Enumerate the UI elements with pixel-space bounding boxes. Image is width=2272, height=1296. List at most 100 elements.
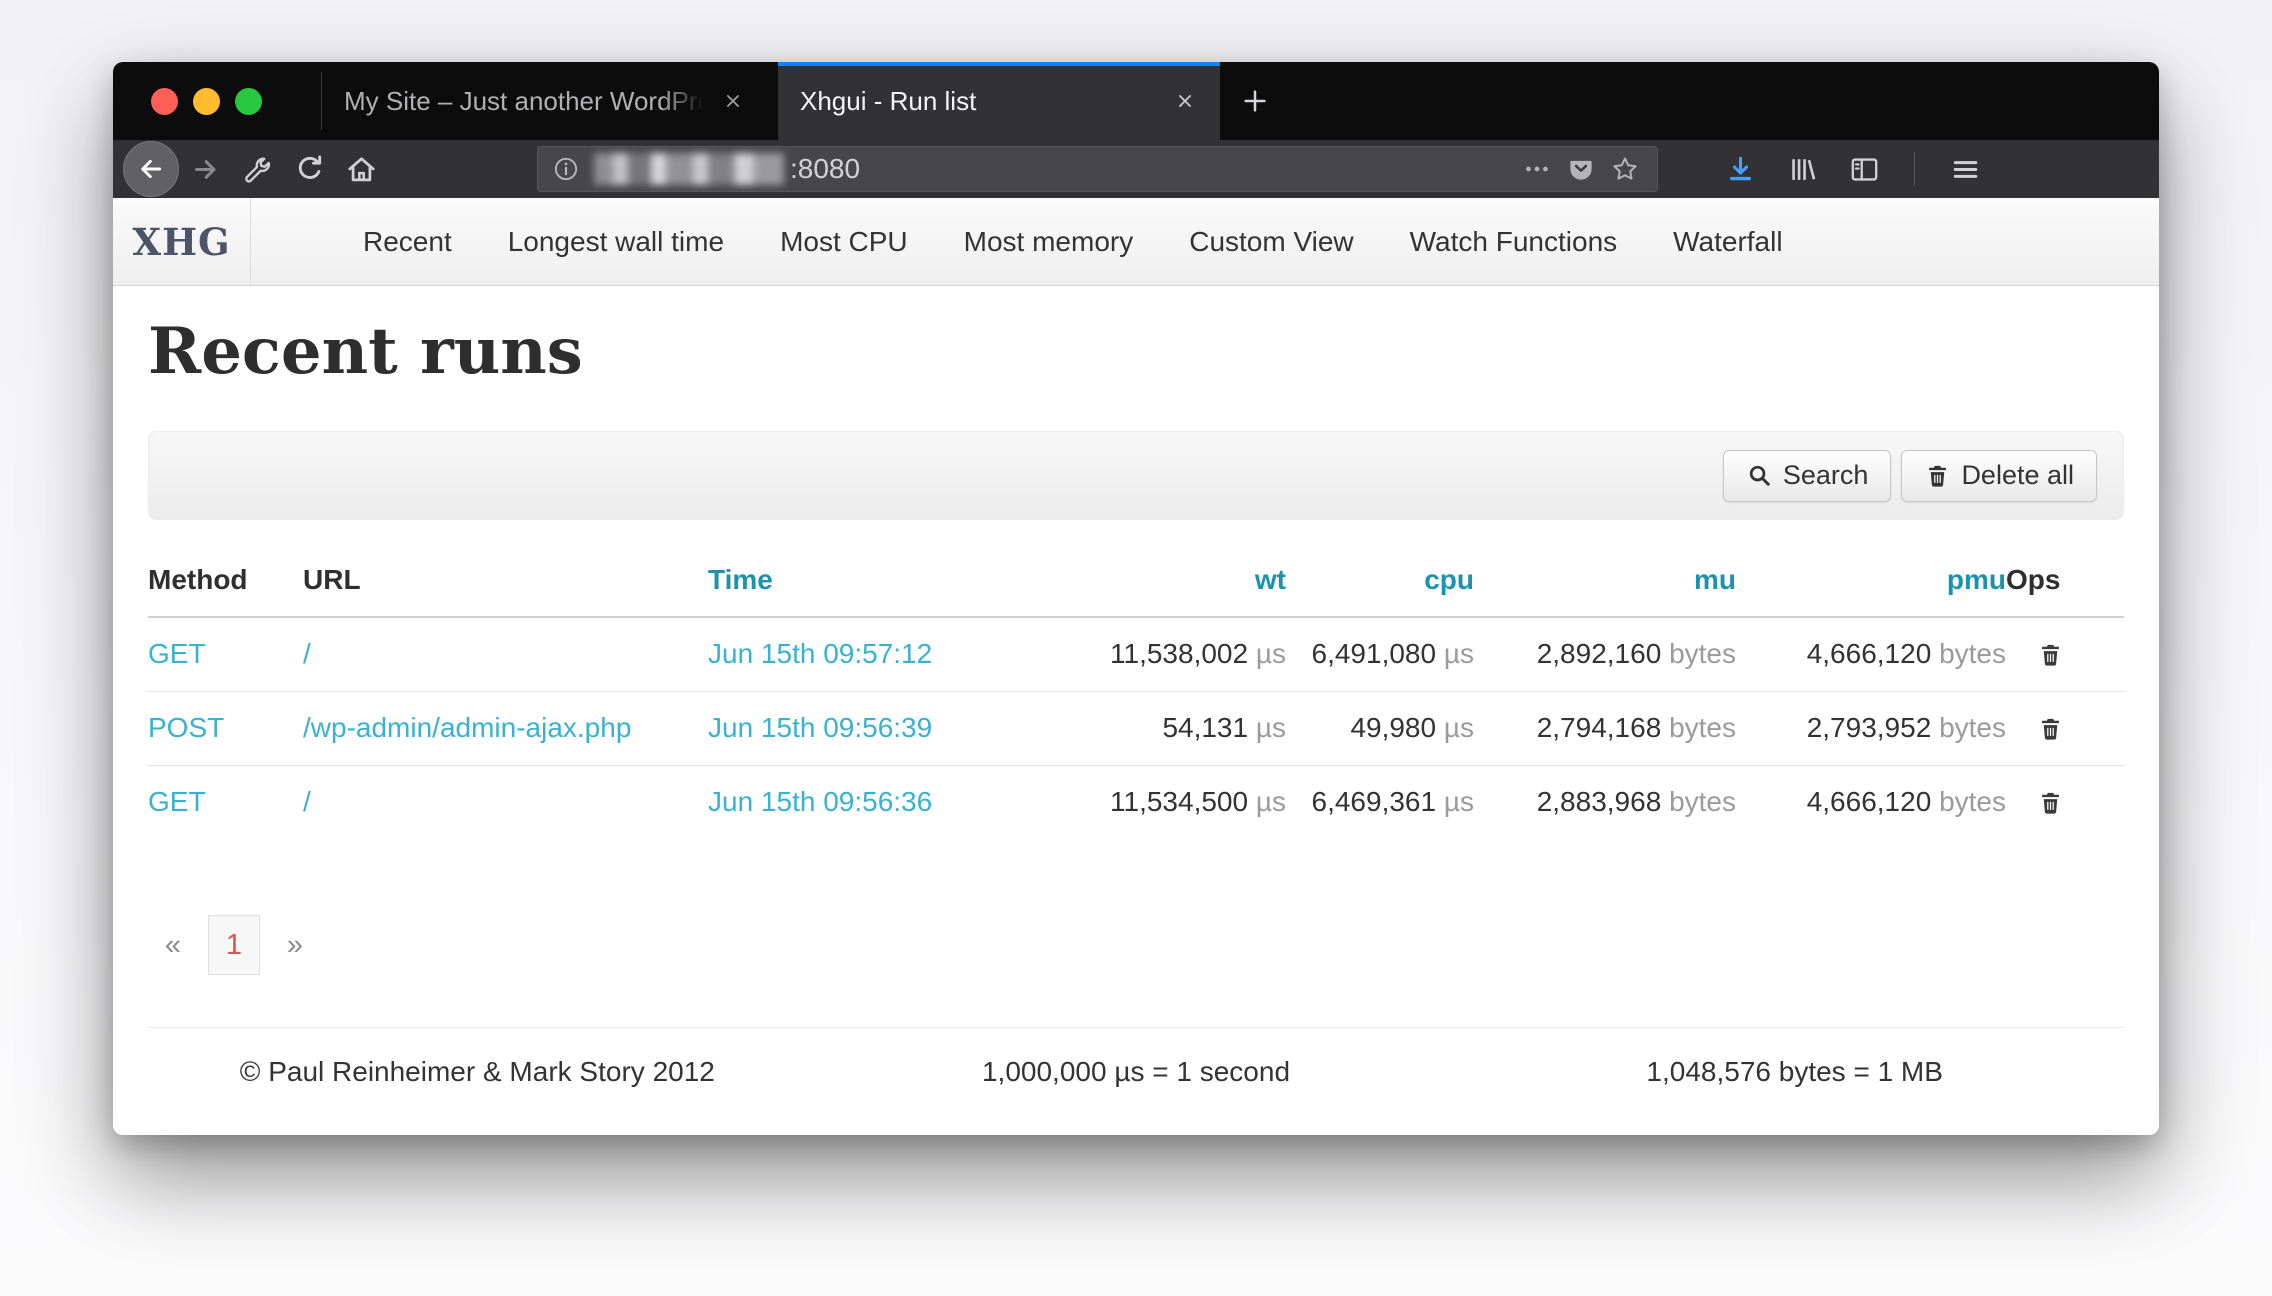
footer-microseconds-note: 1,000,000 µs = 1 second <box>807 1056 1466 1088</box>
forward-arrow-icon <box>189 153 222 186</box>
mu-unit: bytes <box>1669 712 1736 743</box>
sidebar-icon <box>1848 153 1881 186</box>
delete-run-button[interactable] <box>2032 784 2068 820</box>
nav-item-custom-view[interactable]: Custom View <box>1161 226 1381 258</box>
pmu-unit: bytes <box>1939 712 2006 743</box>
forward-button[interactable] <box>179 143 231 195</box>
cpu-unit: µs <box>1444 712 1474 743</box>
traffic-lights <box>113 62 321 140</box>
tab-wordpress[interactable]: My Site – Just another WordPress si <box>322 62 778 140</box>
minimize-window-button[interactable] <box>193 88 220 115</box>
search-icon <box>1746 462 1773 489</box>
tab-strip: My Site – Just another WordPress si Xhgu… <box>113 62 2159 140</box>
zoom-window-button[interactable] <box>235 88 262 115</box>
header-url: URL <box>303 556 708 617</box>
address-bar[interactable]: :8080 <box>537 146 1658 192</box>
time-link[interactable]: Jun 15th 09:56:39 <box>708 712 932 743</box>
header-cpu-sort[interactable]: cpu <box>1286 556 1474 617</box>
brand-logo[interactable]: XHG <box>113 198 251 285</box>
nav-item-watch-functions[interactable]: Watch Functions <box>1382 226 1645 258</box>
close-tab-icon[interactable] <box>716 84 750 118</box>
pagination-next[interactable]: » <box>272 915 318 975</box>
cpu-value: 6,491,080 <box>1312 638 1437 669</box>
back-arrow-icon <box>135 153 167 185</box>
toolbar-separator <box>1914 152 1915 186</box>
menu-button[interactable] <box>1939 143 1991 195</box>
method-link[interactable]: GET <box>148 638 206 669</box>
pocket-icon[interactable] <box>1559 149 1603 189</box>
pmu-unit: bytes <box>1939 638 2006 669</box>
downloads-button[interactable] <box>1714 143 1766 195</box>
sidebar-toggle-button[interactable] <box>1838 143 1890 195</box>
new-tab-button[interactable] <box>1220 62 1290 140</box>
nav-item-longest-wall-time[interactable]: Longest wall time <box>480 226 752 258</box>
url-link[interactable]: / <box>303 786 311 817</box>
header-wt-sort[interactable]: wt <box>1038 556 1286 617</box>
header-mu-sort[interactable]: mu <box>1474 556 1736 617</box>
close-window-button[interactable] <box>151 88 178 115</box>
address-host-redacted <box>594 153 784 185</box>
page-tools-button[interactable] <box>231 143 283 195</box>
download-icon <box>1724 153 1757 186</box>
table-row: POST /wp-admin/admin-ajax.php Jun 15th 0… <box>148 691 2124 765</box>
table-header-row: Method URL Time wt cpu mu pmu Ops <box>148 556 2124 617</box>
library-icon <box>1786 153 1819 186</box>
time-link[interactable]: Jun 15th 09:57:12 <box>708 638 932 669</box>
url-link[interactable]: / <box>303 638 311 669</box>
library-button[interactable] <box>1776 143 1828 195</box>
trash-icon <box>2037 715 2064 742</box>
wt-value: 54,131 <box>1162 712 1248 743</box>
table-row: GET / Jun 15th 09:56:36 11,534,500 µs 6,… <box>148 765 2124 839</box>
tab-xhgui-active[interactable]: Xhgui - Run list <box>778 62 1220 140</box>
close-tab-icon[interactable] <box>1168 84 1202 118</box>
cpu-unit: µs <box>1444 786 1474 817</box>
trash-icon <box>1924 462 1951 489</box>
reload-icon <box>293 153 326 186</box>
method-link[interactable]: GET <box>148 786 206 817</box>
nav-item-recent[interactable]: Recent <box>335 226 480 258</box>
delete-all-button[interactable]: Delete all <box>1901 450 2097 502</box>
wt-unit: µs <box>1256 786 1286 817</box>
cpu-value: 6,469,361 <box>1312 786 1437 817</box>
delete-run-button[interactable] <box>2032 636 2068 672</box>
footer-bytes-note: 1,048,576 bytes = 1 MB <box>1465 1056 2124 1088</box>
header-ops: Ops <box>2006 556 2124 617</box>
wt-value: 11,538,002 <box>1110 638 1248 669</box>
pmu-value: 2,793,952 <box>1807 712 1932 743</box>
delete-run-button[interactable] <box>2032 710 2068 746</box>
header-method: Method <box>148 556 303 617</box>
url-link[interactable]: /wp-admin/admin-ajax.php <box>303 712 631 743</box>
method-link[interactable]: POST <box>148 712 224 743</box>
pmu-value: 4,666,120 <box>1807 786 1932 817</box>
bookmark-star-icon[interactable] <box>1603 149 1647 189</box>
browser-window: My Site – Just another WordPress si Xhgu… <box>113 62 2159 1135</box>
reload-button[interactable] <box>283 143 335 195</box>
nav-item-most-memory[interactable]: Most memory <box>936 226 1162 258</box>
wt-unit: µs <box>1256 638 1286 669</box>
pagination-prev[interactable]: « <box>150 915 196 975</box>
site-navbar: XHG Recent Longest wall time Most CPU Mo… <box>113 198 2159 286</box>
time-link[interactable]: Jun 15th 09:56:36 <box>708 786 932 817</box>
footer-copyright: © Paul Reinheimer & Mark Story 2012 <box>148 1056 807 1088</box>
home-button[interactable] <box>335 143 387 195</box>
pagination-current-page[interactable]: 1 <box>208 915 260 975</box>
pmu-value: 4,666,120 <box>1807 638 1932 669</box>
wt-value: 11,534,500 <box>1110 786 1248 817</box>
header-pmu-sort[interactable]: pmu <box>1736 556 2006 617</box>
mu-value: 2,892,160 <box>1537 638 1662 669</box>
hamburger-icon <box>1949 153 1982 186</box>
cpu-value: 49,980 <box>1350 712 1436 743</box>
actions-well: Search Delete all <box>148 431 2124 520</box>
page-actions-icon[interactable] <box>1515 149 1559 189</box>
search-button[interactable]: Search <box>1723 450 1892 502</box>
nav-item-waterfall[interactable]: Waterfall <box>1645 226 1810 258</box>
pmu-unit: bytes <box>1939 786 2006 817</box>
back-button[interactable] <box>123 141 179 197</box>
wt-unit: µs <box>1256 712 1286 743</box>
site-info-icon[interactable] <box>552 155 580 183</box>
page-footer: © Paul Reinheimer & Mark Story 2012 1,00… <box>148 1027 2124 1124</box>
page-title: Recent runs <box>148 314 2124 389</box>
nav-item-most-cpu[interactable]: Most CPU <box>752 226 936 258</box>
header-time-sort[interactable]: Time <box>708 556 1038 617</box>
mu-value: 2,883,968 <box>1537 786 1662 817</box>
